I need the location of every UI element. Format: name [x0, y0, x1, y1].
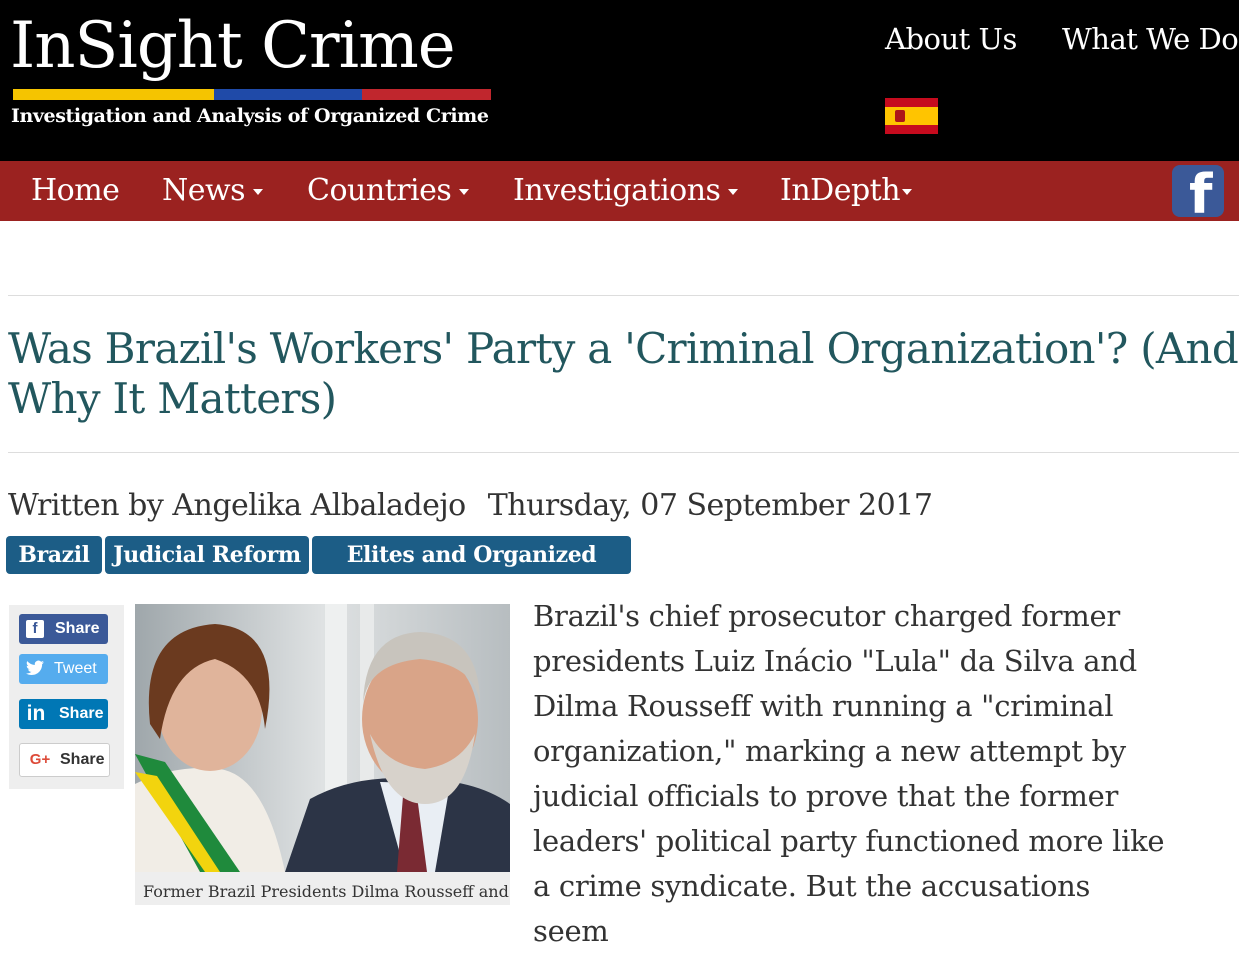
publish-date: Thursday, 07 September 2017: [487, 488, 933, 523]
chevron-down-icon: [459, 189, 470, 195]
site-tagline: Investigation and Analysis of Organized …: [11, 105, 489, 127]
tweet-button[interactable]: Tweet: [19, 654, 108, 684]
tag-elites-organized-crime[interactable]: Elites and Organized Crime: [312, 536, 631, 606]
nav-news[interactable]: News: [162, 161, 264, 221]
twitter-icon: [26, 660, 44, 678]
share-panel: f Share Tweet in Share G+ Share: [9, 605, 124, 789]
nav-investigations[interactable]: Investigations: [513, 161, 739, 221]
article-byline: Written by Angelika Albaladejo Thursday, …: [8, 486, 933, 526]
nav-indepth[interactable]: InDepth: [780, 161, 913, 221]
chevron-down-icon: [728, 189, 739, 195]
spain-flag-icon[interactable]: [885, 98, 938, 134]
article-photo: [135, 604, 510, 872]
logo-color-stripe: [13, 89, 491, 100]
tag-judicial-reform[interactable]: Judicial Reform: [105, 536, 309, 574]
facebook-icon: f: [26, 620, 44, 638]
linkedin-icon: in: [26, 702, 46, 725]
about-us-link[interactable]: About Us: [885, 20, 1017, 58]
tag-brazil[interactable]: Brazil: [6, 536, 102, 574]
chevron-down-icon: [902, 189, 913, 195]
google-plus-share-button[interactable]: G+ Share: [19, 743, 110, 777]
what-we-do-link[interactable]: What We Do: [1062, 20, 1239, 58]
main-nav: Home News Countries Investigations InDep…: [0, 161, 1239, 221]
article-title: Was Brazil's Workers' Party a 'Criminal …: [8, 324, 1239, 423]
facebook-icon[interactable]: f: [1172, 165, 1224, 217]
image-caption: Former Brazil Presidents Dilma Rousseff …: [143, 882, 509, 901]
site-header: InSight Crime Investigation and Analysis…: [0, 0, 1239, 161]
divider: [8, 452, 1239, 453]
nav-home[interactable]: Home: [31, 161, 120, 221]
site-logo[interactable]: InSight Crime: [10, 6, 456, 86]
facebook-share-button[interactable]: f Share: [19, 614, 108, 644]
linkedin-share-button[interactable]: in Share: [19, 699, 108, 729]
divider: [8, 295, 1239, 296]
author[interactable]: Written by Angelika Albaladejo: [8, 488, 466, 523]
nav-countries[interactable]: Countries: [307, 161, 470, 221]
google-plus-icon: G+: [29, 751, 51, 768]
article-body: Brazil's chief prosecutor charged former…: [533, 599, 1165, 948]
chevron-down-icon: [253, 189, 264, 195]
